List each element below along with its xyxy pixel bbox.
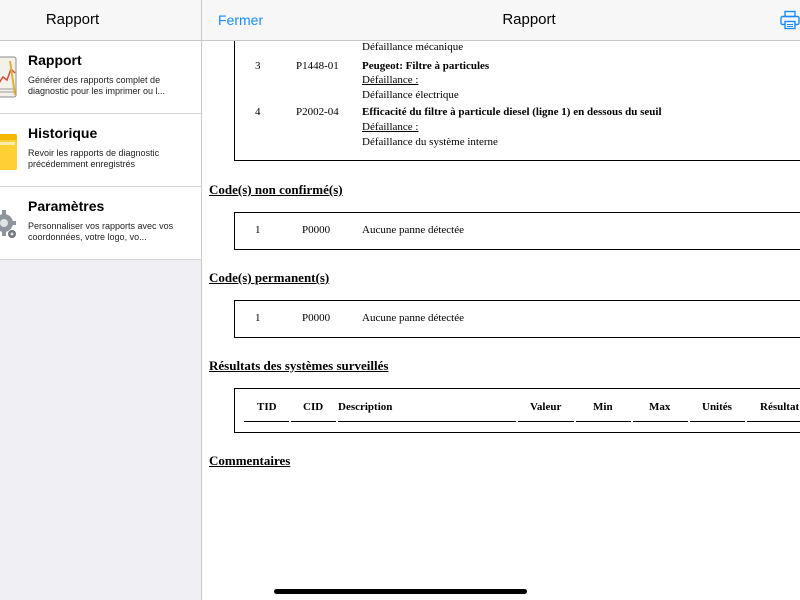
column-underline [633,421,688,422]
report-document[interactable]: Défaillance mécanique 3 P1448-01 Peugeot… [202,41,800,600]
sidebar-item-subtitle: Revoir les rapports de diagnostic précéd… [28,148,160,169]
code-description: Aucune panne détectée [362,312,464,324]
code-value: P0000 [302,312,331,324]
fault-detail: Défaillance électrique [362,89,459,101]
column-underline [747,421,800,422]
unconfirmed-codes-heading: Code(s) non confirmé(s) [209,182,343,197]
column-underline [244,421,289,422]
column-header-tid: TID [257,401,277,413]
sidebar-item-rapport[interactable]: Rapport Générer des rapports complet de … [0,41,201,114]
printer-icon[interactable] [780,10,800,30]
unconfirmed-codes-table: 1 P0000 Aucune panne détectée [234,212,800,250]
code-index: 1 [255,224,261,236]
code-title: Efficacité du filtre à particule diesel … [362,106,662,118]
sidebar-item-historique[interactable]: Historique Revoir les rapports de diagno… [0,114,201,187]
monitored-systems-table: TID CID Description Valeur Min Max Unité… [234,388,800,433]
column-header-min: Min [593,401,613,413]
code-index: 4 [255,106,261,118]
column-header-resultat: Résultat [760,401,800,413]
sidebar-item-subtitle: Personnaliser vos rapports avec vos coor… [28,221,174,242]
code-index: 1 [255,312,261,324]
column-header-unites: Unités [702,401,732,413]
column-header-cid: CID [303,401,324,413]
monitored-systems-heading: Résultats des systèmes surveillés [209,358,389,373]
column-underline [518,421,574,422]
code-value: P0000 [302,224,331,236]
sidebar-list: Rapport Générer des rapports complet de … [0,41,201,260]
column-header-valeur: Valeur [530,401,562,413]
sidebar-item-title: Historique [28,125,98,141]
folder-icon [0,134,17,170]
column-underline [291,421,336,422]
permanent-codes-heading: Code(s) permanent(s) [209,270,330,285]
sidebar-nav-bar: Rapport [0,0,201,41]
home-indicator[interactable] [274,589,527,594]
sidebar-item-title: Rapport [28,52,82,68]
fault-detail: Défaillance mécanique [362,41,464,53]
page-title: Rapport [502,11,556,28]
confirmed-codes-table: Défaillance mécanique 3 P1448-01 Peugeot… [234,41,800,161]
column-header-max: Max [649,401,671,413]
column-header-description: Description [338,401,393,413]
gear-icon [0,210,16,238]
code-value: P2002-04 [296,106,339,118]
sidebar-item-subtitle: Générer des rapports complet de diagnost… [28,75,166,96]
sidebar: Rapport Rapport Générer des rapports com… [0,0,202,600]
comments-heading: Commentaires [209,453,291,468]
permanent-codes-table: 1 P0000 Aucune panne détectée [234,300,800,338]
sidebar-title: Rapport [45,11,100,28]
code-description: Aucune panne détectée [362,224,464,236]
report-document-icon [0,56,17,98]
column-underline [576,421,631,422]
fault-detail: Défaillance du système interne [362,136,498,148]
report-nav-bar: Fermer Rapport [202,0,800,41]
fault-label: Défaillance : [362,121,419,133]
column-underline [338,421,516,422]
column-underline [690,421,745,422]
code-index: 3 [255,60,261,72]
sidebar-item-title: Paramètres [28,198,105,214]
code-value: P1448-01 [296,60,339,72]
fault-label: Défaillance : [362,74,419,86]
code-title: Peugeot: Filtre à particules [362,60,490,72]
sidebar-item-parametres[interactable]: Paramètres Personnaliser vos rapports av… [0,187,201,260]
